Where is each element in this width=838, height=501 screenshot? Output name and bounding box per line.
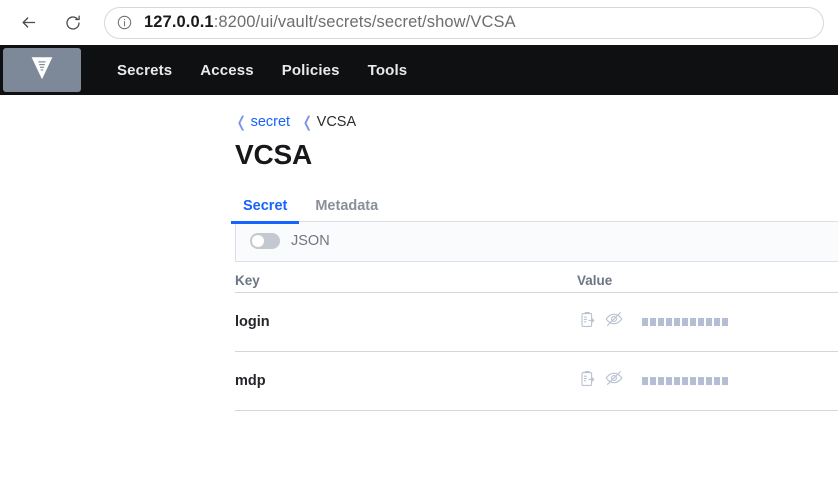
vault-logo-icon [31, 56, 53, 85]
tab-bar: Secret Metadata [230, 191, 838, 224]
column-header-value: Value [577, 272, 613, 288]
address-bar[interactable]: 127.0.0.1:8200/ui/vault/secrets/secret/s… [104, 6, 824, 39]
breadcrumb: ❬ secret ❬ VCSA [235, 95, 838, 130]
chevron-left-icon: ❬ [301, 113, 314, 131]
page-title: VCSA [235, 139, 312, 170]
table-row: mdp [235, 352, 838, 411]
back-arrow-icon [19, 13, 38, 32]
copy-button[interactable] [577, 370, 599, 392]
url-path: :8200/ui/vault/secrets/secret/show/VCSA [213, 13, 516, 31]
json-toggle-label: JSON [291, 233, 330, 250]
json-toggle-bar: JSON [235, 221, 838, 262]
table-header-row: Key Value [235, 262, 838, 293]
nav-item-secrets[interactable]: Secrets [103, 56, 186, 85]
masked-secret-value [642, 317, 728, 326]
vault-top-navigation: Secrets Access Policies Tools [0, 45, 838, 95]
reload-icon [64, 14, 82, 32]
vault-home-link[interactable] [3, 48, 81, 92]
toggle-visibility-button[interactable] [603, 370, 625, 392]
vault-nav-links: Secrets Access Policies Tools [103, 56, 421, 85]
breadcrumb-item-secret[interactable]: secret [251, 114, 291, 130]
browser-chrome: 127.0.0.1:8200/ui/vault/secrets/secret/s… [0, 0, 838, 45]
chevron-left-icon: ❬ [235, 113, 248, 131]
column-header-key: Key [235, 272, 260, 288]
page-body: ❬ secret ❬ VCSA VCSA Secret Metadata JSO… [0, 95, 838, 501]
tab-secret[interactable]: Secret [230, 198, 300, 224]
nav-item-access[interactable]: Access [186, 56, 267, 85]
content-column: ❬ secret ❬ VCSA VCSA Secret Metadata JSO… [230, 95, 838, 411]
secret-data-table: Key Value login mdp [235, 262, 838, 411]
info-circle-icon[interactable] [117, 15, 132, 30]
url-host: 127.0.0.1 [144, 13, 214, 31]
eye-off-icon [605, 369, 623, 392]
masked-secret-value [642, 376, 728, 385]
breadcrumb-item-current: VCSA [316, 114, 357, 130]
nav-item-policies[interactable]: Policies [268, 56, 354, 85]
toggle-knob [252, 235, 264, 248]
copy-button[interactable] [577, 311, 599, 333]
reload-button[interactable] [56, 6, 90, 40]
eye-off-icon [605, 310, 623, 333]
toggle-visibility-button[interactable] [603, 311, 625, 333]
nav-item-tools[interactable]: Tools [354, 56, 422, 85]
back-button[interactable] [11, 6, 45, 40]
table-row: login [235, 293, 838, 352]
copy-clipboard-icon [580, 370, 596, 392]
address-bar-text: 127.0.0.1:8200/ui/vault/secrets/secret/s… [144, 13, 516, 32]
json-toggle-switch[interactable] [250, 233, 280, 250]
secret-key-login: login [235, 313, 270, 330]
secret-key-mdp: mdp [235, 372, 266, 389]
copy-clipboard-icon [580, 311, 596, 333]
tab-metadata[interactable]: Metadata [307, 198, 386, 222]
